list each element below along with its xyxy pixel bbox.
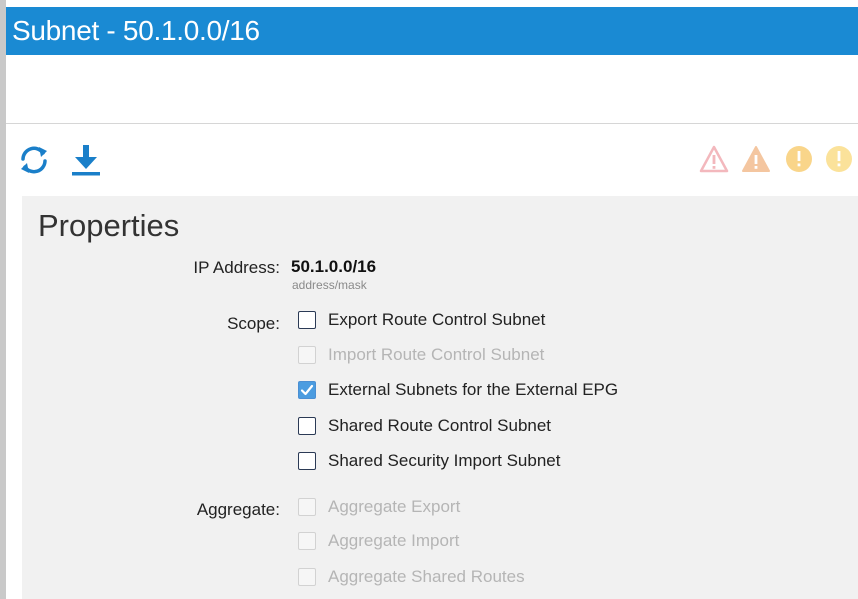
ip-address-value: 50.1.0.0/16 [291,257,377,276]
header-band [6,55,858,124]
refresh-icon[interactable] [16,142,52,178]
ip-address-hint: address/mask [292,278,367,292]
checkbox [298,346,316,364]
scope-option-export-route-control[interactable]: Export Route Control Subnet [298,308,545,332]
checkbox-label: External Subnets for the External EPG [328,380,619,399]
checkbox [298,498,316,516]
checkmark-icon [300,384,314,396]
checkbox-label: Export Route Control Subnet [328,310,546,329]
checkbox[interactable] [298,311,316,329]
aggregate-option-shared-routes: Aggregate Shared Routes [298,565,525,589]
aggregate-option-import: Aggregate Import [298,529,459,553]
ip-address-label: IP Address: [193,258,280,277]
toolbar [6,124,858,196]
checkbox[interactable] [298,417,316,435]
checkbox [298,532,316,550]
checkbox-label: Aggregate Shared Routes [328,567,525,586]
aggregate-label: Aggregate: [196,500,280,519]
checkbox[interactable] [298,452,316,470]
checkbox-label: Aggregate Import [328,531,460,550]
scope-option-import-route-control: Import Route Control Subnet [298,343,544,367]
scope-option-external-subnets[interactable]: External Subnets for the External EPG [298,378,618,402]
aggregate-option-export: Aggregate Export [298,495,460,519]
major-fault-icon[interactable] [741,144,771,174]
warning-fault-icon[interactable] [824,144,854,174]
minor-fault-icon[interactable] [784,144,814,174]
scope-option-shared-route-control[interactable]: Shared Route Control Subnet [298,414,551,438]
scope-option-shared-security-import[interactable]: Shared Security Import Subnet [298,449,560,473]
window-title: Subnet - 50.1.0.0/16 [6,7,858,55]
checkbox-label: Shared Route Control Subnet [328,416,552,435]
checkbox-label: Import Route Control Subnet [328,345,545,364]
scope-label: Scope: [227,314,280,333]
download-icon[interactable] [68,142,104,178]
critical-fault-icon[interactable] [699,144,729,174]
checkbox-checked[interactable] [298,381,316,399]
checkbox-label: Shared Security Import Subnet [328,451,561,470]
checkbox-label: Aggregate Export [328,497,461,516]
checkbox [298,568,316,586]
properties-panel: Properties IP Address: 50.1.0.0/16 addre… [22,196,858,599]
properties-heading: Properties [38,208,180,243]
